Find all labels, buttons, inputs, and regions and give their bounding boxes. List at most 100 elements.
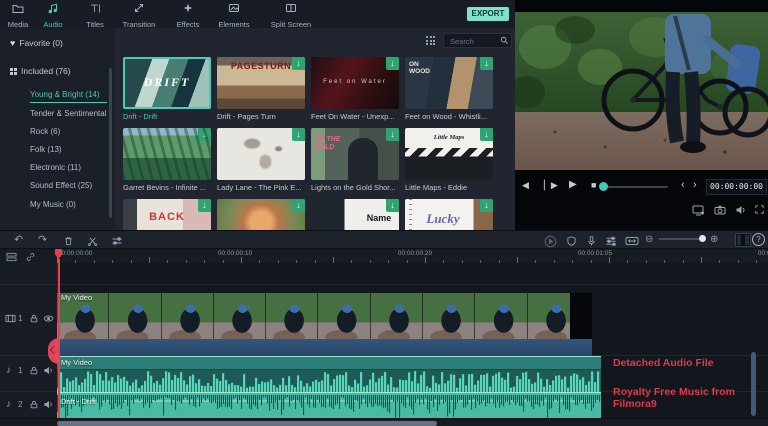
seek-bar[interactable] xyxy=(603,186,668,188)
step-frame-button[interactable]: ▏▶ xyxy=(544,178,558,192)
music-item-drift[interactable]: DRIFT Drift - Drift xyxy=(123,57,211,121)
music-note-icon xyxy=(37,2,69,14)
sidebar-item-folk[interactable]: Folk (13) xyxy=(30,145,62,154)
download-icon[interactable]: ↓ xyxy=(386,199,399,212)
sidebar-scrollbar[interactable] xyxy=(109,68,112,218)
sidebar-item-my-music[interactable]: My Music (0) xyxy=(30,200,76,209)
music-thumbnail: Little Maps ↓ xyxy=(405,128,493,180)
music-item-lights-gold[interactable]: ON THE GOLD ↓ Lights on the Gold Shor... xyxy=(311,128,399,192)
lock-icon[interactable] xyxy=(29,399,39,410)
track-height-icon[interactable] xyxy=(735,233,751,247)
mute-speaker-icon[interactable] xyxy=(43,365,54,376)
top-toolbar: Media Audio Titles Transition Effects xyxy=(0,0,515,29)
fullscreen-icon[interactable] xyxy=(754,204,765,215)
help-icon[interactable]: ? xyxy=(752,233,765,246)
delete-icon[interactable] xyxy=(63,233,74,247)
previous-frame-button[interactable]: ◀ xyxy=(522,178,529,192)
music-item-feet-on-water[interactable]: Feet on Water ↓ Feet On Water - Unexp... xyxy=(311,57,399,121)
download-icon[interactable]: ↓ xyxy=(480,128,493,141)
elements-icon xyxy=(212,2,256,14)
sidebar-item-favorite[interactable]: ♥Favorite (0) xyxy=(10,38,63,48)
download-icon[interactable]: ↓ xyxy=(292,128,305,141)
stop-button[interactable]: ■ xyxy=(591,178,596,192)
music-thumbnail: PAGESTURN ↓ xyxy=(217,57,305,109)
titles-icon xyxy=(79,2,111,14)
grid-view-icon[interactable] xyxy=(426,36,435,45)
search-icon[interactable] xyxy=(500,36,509,45)
music-clip[interactable]: Drift - Drift xyxy=(57,392,601,418)
link-clips-icon[interactable] xyxy=(25,252,36,262)
manage-tracks-icon[interactable] xyxy=(6,252,17,262)
zoom-out-icon[interactable]: ⊖ xyxy=(645,233,653,247)
music-item-row3-4[interactable]: Lucky ↓ xyxy=(405,199,493,230)
snapshot-camera-icon[interactable] xyxy=(714,204,726,216)
timeline-horizontal-scrollbar[interactable] xyxy=(57,421,437,426)
undo-icon[interactable]: ↶ xyxy=(14,233,23,247)
video-track-header: 1 xyxy=(0,313,57,325)
download-icon[interactable]: ↓ xyxy=(198,128,211,141)
music-item-row3-2[interactable]: ↓ xyxy=(217,199,305,230)
music-item-garret-bevins[interactable]: ↓ Garret Bevins - Infinite ... xyxy=(123,128,211,192)
music-item-lady-lane[interactable]: ↓ Lady Lane - The Pink E... xyxy=(217,128,305,192)
video-filmstrip xyxy=(57,293,570,339)
search-input[interactable] xyxy=(448,34,500,49)
split-scissors-icon[interactable] xyxy=(87,233,98,247)
sidebar-item-electronic[interactable]: Electronic (11) xyxy=(30,163,81,172)
seek-handle[interactable] xyxy=(599,182,608,191)
timeline-toolbar: ↶ ↷ ⊖ ⊕ xyxy=(0,230,768,249)
export-button[interactable]: EXPORT xyxy=(467,7,509,21)
filmora-app-window: Media Audio Titles Transition Effects xyxy=(0,0,768,426)
heart-icon: ♥ xyxy=(10,38,15,48)
audio-category-sidebar: ♥Favorite (0) Included (76) Young & Brig… xyxy=(0,28,116,230)
video-clip-black-tail xyxy=(570,293,592,339)
render-preview-icon[interactable] xyxy=(544,233,557,248)
sidebar-item-rock[interactable]: Rock (6) xyxy=(30,127,60,136)
audio-track-icon: ♪ xyxy=(6,399,11,410)
music-thumbnail: BACK ↓ xyxy=(123,199,211,230)
detached-audio-clip[interactable]: My Video xyxy=(57,356,601,392)
music-thumbnail: ↓ xyxy=(217,128,305,180)
sidebar-item-tender-sentimental[interactable]: Tender & Sentimental xyxy=(30,109,107,118)
music-item-feet-on-wood[interactable]: ON WOOD ↓ Feet on Wood - Whistli... xyxy=(405,57,493,121)
music-item-row3-1[interactable]: BACK ↓ xyxy=(123,199,211,230)
audio-waveform xyxy=(57,369,601,392)
timeline-vertical-scrollbar[interactable] xyxy=(751,352,756,416)
volume-icon[interactable] xyxy=(735,204,747,216)
lock-icon[interactable] xyxy=(29,365,39,376)
download-icon[interactable]: ↓ xyxy=(198,199,211,212)
download-icon[interactable]: ↓ xyxy=(480,199,493,212)
timeline-ruler[interactable]: 00:00:00:00 00:00:00:10 00:00:00:20 00:0… xyxy=(0,248,768,264)
fit-timeline-icon[interactable] xyxy=(625,233,639,247)
download-icon[interactable]: ↓ xyxy=(386,128,399,141)
video-clip[interactable]: My Video xyxy=(57,291,592,356)
audio-mixer-icon[interactable] xyxy=(605,233,617,247)
sidebar-item-included[interactable]: Included (76) xyxy=(10,66,71,76)
music-item-row3-3[interactable]: Name ↓ xyxy=(311,199,399,230)
mute-speaker-icon[interactable] xyxy=(43,399,54,410)
jump-forward-button[interactable]: › xyxy=(693,178,697,192)
zoom-in-icon[interactable]: ⊕ xyxy=(710,233,718,247)
playhead-line xyxy=(58,259,60,418)
search-box xyxy=(443,33,512,48)
download-icon[interactable]: ↓ xyxy=(480,57,493,70)
mark-shield-icon[interactable] xyxy=(566,233,577,247)
display-device-icon[interactable] xyxy=(692,204,705,216)
download-icon[interactable]: ↓ xyxy=(292,199,305,212)
music-item-pages-turn[interactable]: PAGESTURN ↓ Drift - Pages Turn xyxy=(217,57,305,121)
sidebar-item-young-bright[interactable]: Young & Bright (14) xyxy=(30,90,100,99)
video-clip-body xyxy=(57,339,592,356)
sidebar-item-sound-effect[interactable]: Sound Effect (25) xyxy=(30,181,92,190)
timeline-zoom-handle[interactable] xyxy=(699,235,706,242)
download-icon[interactable]: ↓ xyxy=(386,57,399,70)
eye-icon[interactable] xyxy=(43,313,54,324)
play-button[interactable]: ▶ xyxy=(569,178,577,192)
advanced-adjust-icon[interactable] xyxy=(111,233,123,247)
lock-icon[interactable] xyxy=(29,313,39,324)
music-thumbnail: ON THE GOLD ↓ xyxy=(311,128,399,180)
redo-icon[interactable]: ↷ xyxy=(38,233,47,247)
record-voiceover-icon[interactable] xyxy=(586,233,597,247)
timecode-display: 00:00:00:00 xyxy=(706,179,767,195)
jump-back-button[interactable]: ‹ xyxy=(681,178,685,192)
music-item-little-maps[interactable]: Little Maps ↓ Little Maps - Eddie xyxy=(405,128,493,192)
download-icon[interactable]: ↓ xyxy=(292,57,305,70)
